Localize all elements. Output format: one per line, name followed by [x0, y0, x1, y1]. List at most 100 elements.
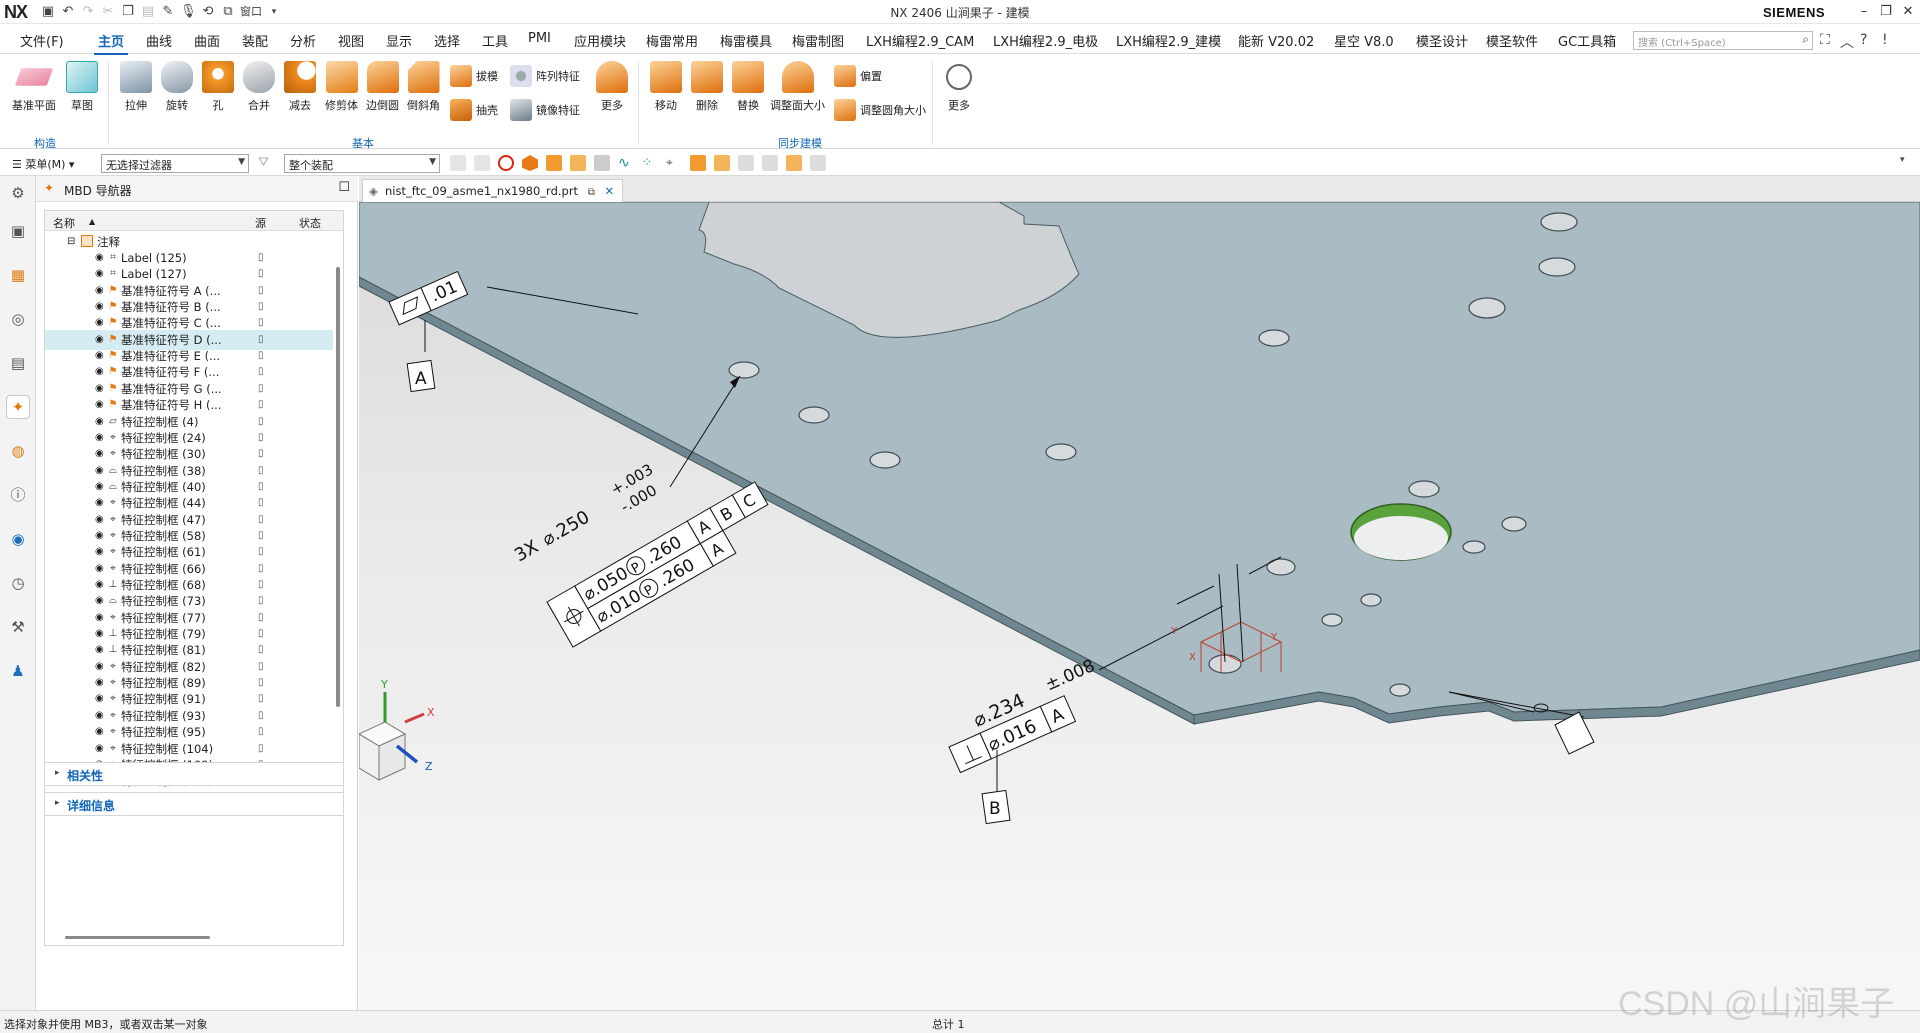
hole[interactable] [1258, 329, 1290, 347]
visibility-eye-icon[interactable]: ◉ [95, 563, 107, 574]
visibility-eye-icon[interactable]: ◉ [95, 596, 107, 606]
shell-button[interactable]: 抽壳 [450, 99, 498, 121]
revolve-button[interactable]: 旋转 [161, 61, 193, 113]
process-studio-icon[interactable]: ⚒ [7, 616, 29, 638]
tab-pmi[interactable]: PMI [528, 31, 551, 46]
collapse-ribbon-icon[interactable]: ︿ [1840, 32, 1854, 52]
visibility-eye-icon[interactable]: ◉ [95, 530, 107, 541]
visibility-eye-icon[interactable]: ◉ [95, 318, 107, 328]
filter-last-icon[interactable] [810, 155, 826, 171]
tab-mosheng-software[interactable]: 模圣软件 [1486, 31, 1538, 50]
web-browser-icon[interactable]: ◉ [7, 528, 29, 550]
settings-icon[interactable]: ⚙ [7, 182, 29, 204]
visibility-eye-icon[interactable]: ◉ [95, 645, 107, 655]
unite-button[interactable]: 合并 [243, 61, 275, 113]
subtract-button[interactable]: 减去 [284, 61, 316, 113]
close-tab-icon[interactable]: ✕ [605, 184, 615, 198]
hole-button[interactable]: 孔 [202, 61, 234, 113]
tab-application[interactable]: 应用模块 [574, 31, 626, 50]
visibility-eye-icon[interactable]: ◉ [95, 710, 107, 721]
visibility-eye-icon[interactable]: ◉ [95, 743, 107, 754]
move-face-button[interactable]: 移动 [650, 61, 682, 113]
selection-filter-select[interactable]: 无选择过滤器 ▼ [101, 154, 249, 173]
column-source[interactable]: 源 [255, 215, 266, 231]
tab-mosheng-design[interactable]: 模圣设计 [1416, 31, 1468, 50]
visibility-eye-icon[interactable]: ◉ [95, 727, 107, 737]
visibility-eye-icon[interactable]: ◉ [95, 253, 107, 263]
visibility-eye-icon[interactable]: ◉ [95, 400, 107, 410]
hole[interactable] [1540, 212, 1578, 232]
info-icon[interactable]: ⓘ [7, 484, 29, 506]
plate-top-face[interactable] [359, 202, 1920, 716]
restore-icon[interactable]: ❐ [1874, 2, 1898, 22]
role-icon[interactable]: ♟ [7, 660, 29, 682]
dependencies-section[interactable]: ▸ 相关性 [44, 762, 344, 786]
tab-nengxin[interactable]: 能新 V20.02 [1238, 31, 1314, 50]
hole[interactable] [1538, 257, 1576, 277]
command-search-input[interactable]: 搜索 (Ctrl+Space) ⌕ [1633, 31, 1813, 50]
tab-meilei-drafting[interactable]: 梅雷制图 [792, 31, 844, 50]
visibility-eye-icon[interactable]: ◉ [95, 334, 107, 345]
visibility-eye-icon[interactable]: ◉ [95, 465, 107, 476]
resize-blend-button[interactable]: 调整圆角大小 [834, 99, 926, 121]
visibility-eye-icon[interactable]: ◉ [95, 351, 107, 361]
model-view[interactable]: .01 A 3X ⌀.250 +.003 -.000 ⌀.050 P .260 … [359, 202, 1920, 1010]
edge-blend-button[interactable]: 边倒圆 [366, 61, 399, 113]
search-icon[interactable]: ⌕ [1802, 32, 1809, 47]
assembly-navigator-icon[interactable]: ▣ [7, 220, 29, 242]
tab-analysis[interactable]: 分析 [290, 31, 316, 50]
minimize-icon[interactable]: – [1852, 2, 1876, 22]
popout-icon[interactable]: ⧉ [588, 187, 595, 198]
visibility-eye-icon[interactable]: ◉ [95, 269, 107, 279]
mirror-feature-button[interactable]: 镜像特征 [510, 99, 580, 121]
select-edge-icon[interactable] [570, 155, 586, 171]
visibility-eye-icon[interactable]: ◉ [95, 514, 107, 525]
tab-view[interactable]: 视图 [338, 31, 364, 50]
close-icon[interactable]: ✕ [1896, 2, 1920, 22]
history-icon[interactable]: ◍ [7, 440, 29, 462]
select-body-icon[interactable] [522, 155, 538, 171]
details-section[interactable]: ▸ 详细信息 [44, 792, 344, 816]
hole[interactable] [1266, 558, 1296, 576]
select-face-icon[interactable] [546, 155, 562, 171]
visibility-eye-icon[interactable]: ◉ [95, 481, 107, 492]
no-select-icon[interactable] [498, 155, 514, 171]
visibility-eye-icon[interactable]: ◉ [95, 612, 107, 623]
visibility-eye-icon[interactable]: ◉ [95, 498, 107, 508]
hole[interactable] [1408, 480, 1440, 498]
column-status[interactable]: 状态 [299, 215, 321, 231]
visibility-eye-icon[interactable]: ◉ [95, 383, 107, 394]
tab-home[interactable]: 主页 [93, 31, 129, 56]
hole[interactable] [1389, 683, 1411, 697]
offset-face-button[interactable]: 偏置 [834, 65, 882, 87]
hole[interactable] [1321, 613, 1343, 627]
vertical-scrollbar[interactable] [336, 267, 340, 707]
reuse-library-icon[interactable]: ◎ [7, 308, 29, 330]
visibility-eye-icon[interactable]: ◉ [95, 285, 107, 296]
visibility-eye-icon[interactable]: ◉ [95, 547, 107, 557]
tab-lxh-cam[interactable]: LXH编程2.9_CAM [866, 31, 974, 50]
mbd-navigator-icon[interactable]: ✦ [6, 395, 30, 419]
column-name[interactable]: 名称 [53, 215, 75, 231]
pattern-feature-button[interactable]: 阵列特征 [510, 65, 580, 87]
horizontal-scrollbar[interactable] [65, 936, 210, 939]
hole[interactable] [1045, 443, 1077, 461]
chevron-down-icon[interactable]: ▾ [1900, 155, 1916, 171]
select-component-icon[interactable] [594, 155, 610, 171]
filter-icon[interactable]: ⛛ [258, 155, 274, 171]
ribbon-more-button[interactable]: 更多 [943, 61, 975, 113]
maximize-panel-icon[interactable]: ☐ [338, 180, 350, 195]
hole[interactable] [798, 406, 830, 424]
select-all-icon[interactable] [450, 155, 466, 171]
graphics-window[interactable]: .01 A 3X ⌀.250 +.003 -.000 ⌀.050 P .260 … [359, 202, 1920, 1010]
visibility-eye-icon[interactable]: ◉ [95, 449, 107, 459]
visibility-eye-icon[interactable]: ◉ [95, 694, 107, 704]
visibility-eye-icon[interactable]: ◉ [95, 678, 107, 688]
tab-tools[interactable]: 工具 [482, 31, 508, 50]
file-menu[interactable]: 文件(F) [20, 31, 64, 50]
fullscreen-icon[interactable]: ⛶ [1820, 32, 1830, 48]
tab-lxh-electrode[interactable]: LXH编程2.9_电极 [993, 31, 1098, 50]
visibility-eye-icon[interactable]: ◉ [95, 367, 107, 377]
visibility-eye-icon[interactable]: ◉ [95, 432, 107, 443]
visibility-eye-icon[interactable]: ◉ [95, 629, 107, 639]
